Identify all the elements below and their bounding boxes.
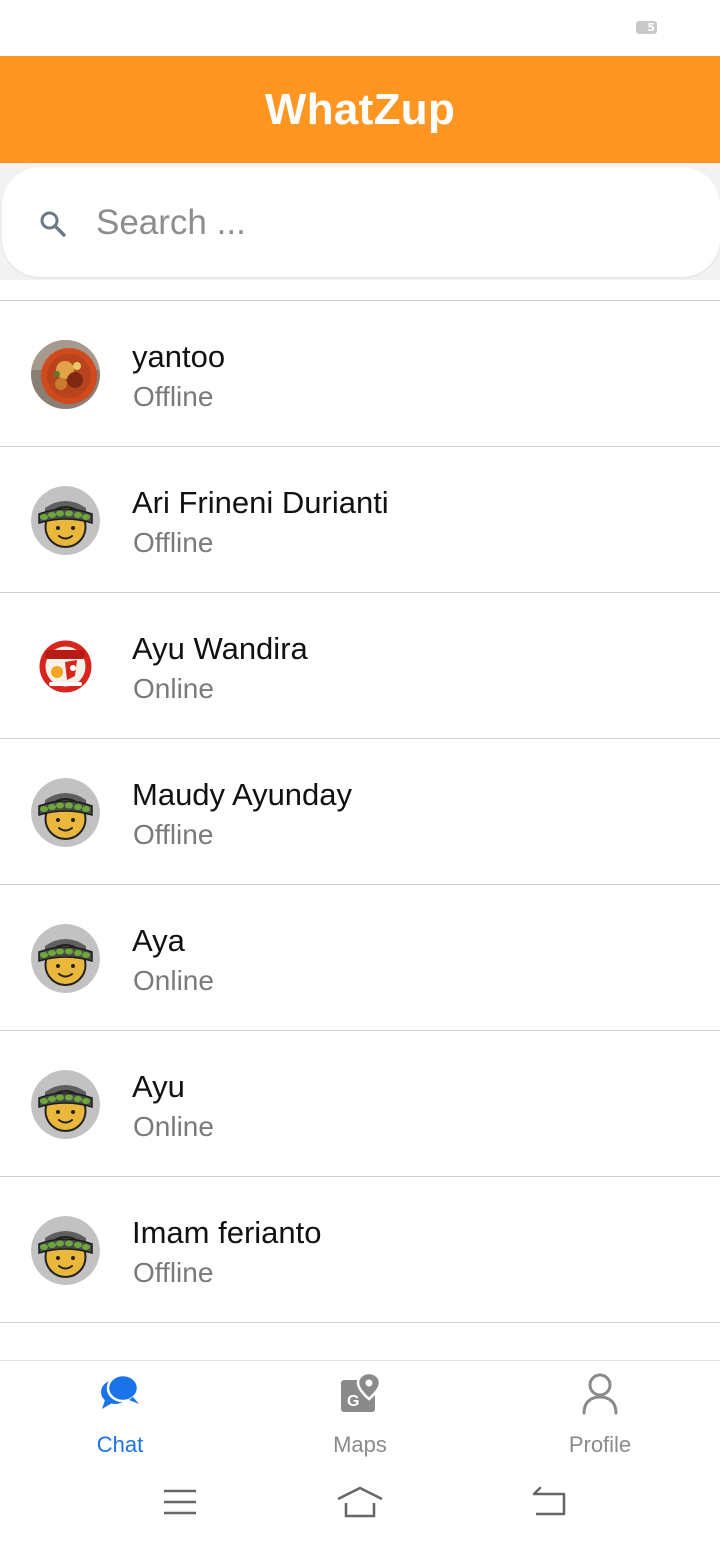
nav-item-chat[interactable]: Chat [0, 1361, 240, 1461]
default-face-icon [31, 924, 100, 993]
nav-item-maps[interactable]: G Maps [240, 1361, 480, 1461]
default-face-icon [31, 1216, 100, 1285]
avatar [31, 924, 100, 993]
svg-text:G: G [347, 1393, 359, 1410]
chat-bubbles-icon [101, 1373, 140, 1409]
contact-name: Aya [132, 923, 185, 958]
contact-name: Ayu Wandira [132, 631, 308, 666]
contact-name: yantoo [132, 339, 226, 374]
contact-name: Ayu [132, 1069, 185, 1104]
nav-item-profile[interactable]: Profile [480, 1361, 720, 1461]
contact-status: Offline [133, 381, 214, 412]
maps-icon: G [341, 1371, 381, 1412]
default-face-icon [31, 778, 100, 847]
home-icon[interactable] [336, 1482, 384, 1522]
contact-list: yantoo Offline Ari Frineni Durianti Offl… [0, 300, 720, 1323]
battery-icon: 5 [636, 21, 657, 34]
avatar [31, 1070, 100, 1139]
contact-row[interactable]: Ari Frineni Durianti Offline [0, 447, 720, 593]
search-icon [40, 211, 66, 237]
contact-row[interactable]: Maudy Ayunday Offline [0, 739, 720, 885]
contact-row[interactable]: yantoo Offline [0, 301, 720, 447]
food-photo-icon [31, 340, 100, 409]
contact-status: Online [133, 673, 214, 704]
contact-name: Ari Frineni Durianti [132, 485, 389, 520]
contact-row[interactable]: Imam ferianto Offline [0, 1177, 720, 1323]
contact-name: Imam ferianto [132, 1215, 322, 1250]
avatar [31, 632, 100, 701]
person-icon [582, 1373, 618, 1415]
status-bar: 5 [0, 0, 720, 56]
contact-status: Offline [133, 1257, 214, 1288]
contact-row[interactable]: Ayu Online [0, 1031, 720, 1177]
avatar [31, 486, 100, 555]
nav-label-profile: Profile [568, 1432, 632, 1457]
app-title: WhatZup [264, 84, 456, 134]
search-area [0, 163, 720, 280]
avatar [31, 1216, 100, 1285]
avatar [31, 340, 100, 409]
default-face-icon [31, 1070, 100, 1139]
menu-icon[interactable] [160, 1482, 200, 1522]
contact-status: Offline [133, 527, 214, 558]
nav-label-maps: Maps [333, 1432, 387, 1457]
app-screen: 5 WhatZup Search ... yantoo Offline Ari … [0, 0, 720, 1544]
search-input[interactable] [96, 197, 656, 249]
default-face-icon [31, 486, 100, 555]
nav-label-chat: Chat [96, 1432, 144, 1457]
search-box[interactable] [2, 167, 720, 277]
contact-status: Offline [133, 819, 214, 850]
contact-row[interactable]: Ayu Wandira Online [0, 593, 720, 739]
back-icon[interactable] [528, 1482, 568, 1522]
system-nav-bar [0, 1460, 720, 1544]
contact-status: Online [133, 965, 214, 996]
contact-status: Online [133, 1111, 214, 1142]
contact-name: Maudy Ayunday [132, 777, 353, 812]
bottom-nav: Chat G Maps Profile [0, 1360, 720, 1460]
avatar [31, 778, 100, 847]
app-bar: WhatZup [0, 56, 720, 163]
restaurant-logo-icon [31, 632, 100, 701]
contact-row[interactable]: Aya Online [0, 885, 720, 1031]
